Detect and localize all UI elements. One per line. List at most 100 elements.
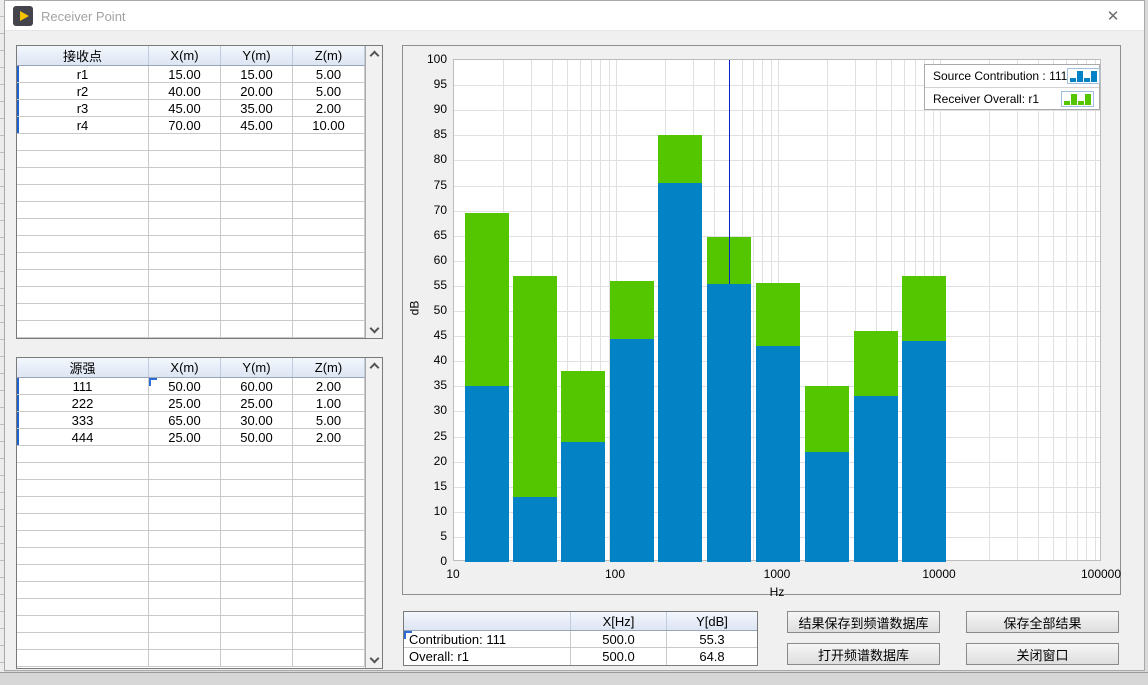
- table-cell[interactable]: [17, 151, 149, 167]
- table-cell[interactable]: [221, 633, 293, 649]
- table-cell[interactable]: [221, 270, 293, 286]
- table-cell[interactable]: [221, 565, 293, 581]
- table-cell[interactable]: 222: [17, 395, 149, 411]
- table-cell[interactable]: [149, 616, 221, 632]
- cursor-name-cell[interactable]: Contribution: 111: [404, 631, 571, 647]
- table-cell[interactable]: 2.00: [293, 378, 365, 394]
- table-cell[interactable]: r1: [17, 66, 149, 82]
- table-cell[interactable]: 30.00: [221, 412, 293, 428]
- table-cell[interactable]: [17, 236, 149, 252]
- table-cell[interactable]: [17, 565, 149, 581]
- table-cell[interactable]: 333: [17, 412, 149, 428]
- table-cell[interactable]: 50.00: [149, 378, 221, 394]
- table-cell[interactable]: [17, 185, 149, 201]
- table-cell[interactable]: [221, 321, 293, 337]
- table-cell[interactable]: [221, 514, 293, 530]
- table-cell[interactable]: [221, 168, 293, 184]
- table-cell[interactable]: [17, 599, 149, 615]
- table-cell[interactable]: [221, 287, 293, 303]
- table-cell[interactable]: 70.00: [149, 117, 221, 133]
- table-cell[interactable]: [221, 236, 293, 252]
- table-cell[interactable]: [149, 321, 221, 337]
- table-cell[interactable]: [17, 480, 149, 496]
- table-cell[interactable]: [149, 565, 221, 581]
- table-cell[interactable]: [17, 514, 149, 530]
- table-cell[interactable]: [149, 185, 221, 201]
- table-cell[interactable]: [293, 168, 365, 184]
- table-cell[interactable]: [293, 463, 365, 479]
- table-cell[interactable]: 1.00: [293, 395, 365, 411]
- table-cell[interactable]: [293, 548, 365, 564]
- table-cell[interactable]: 111: [17, 378, 149, 394]
- table-cell[interactable]: [17, 219, 149, 235]
- table-cell[interactable]: [293, 185, 365, 201]
- table-cell[interactable]: [221, 219, 293, 235]
- table-cell[interactable]: 15.00: [149, 66, 221, 82]
- table-cell[interactable]: r2: [17, 83, 149, 99]
- table-cell[interactable]: [293, 531, 365, 547]
- table-cell[interactable]: [293, 304, 365, 320]
- table-cell[interactable]: [17, 253, 149, 269]
- table-cell[interactable]: [149, 582, 221, 598]
- table-cell[interactable]: [293, 151, 365, 167]
- table-cell[interactable]: [149, 650, 221, 666]
- table-cell[interactable]: [17, 321, 149, 337]
- table-cell[interactable]: [293, 321, 365, 337]
- table-cell[interactable]: [17, 202, 149, 218]
- table-cell[interactable]: 5.00: [293, 83, 365, 99]
- table-cell[interactable]: [293, 219, 365, 235]
- graph-cursor-line[interactable]: [729, 60, 730, 284]
- table-cell[interactable]: [149, 633, 221, 649]
- table-cell[interactable]: 2.00: [293, 429, 365, 445]
- save-all-results-button[interactable]: 保存全部结果: [966, 611, 1119, 633]
- cursor-y-cell[interactable]: 64.8: [667, 648, 757, 665]
- table-cell[interactable]: 50.00: [221, 429, 293, 445]
- table-cell[interactable]: [293, 633, 365, 649]
- table-cell[interactable]: [293, 497, 365, 513]
- table-cell[interactable]: [149, 497, 221, 513]
- scroll-up-icon[interactable]: [370, 363, 380, 373]
- xy-graph-plot-area[interactable]: [453, 59, 1101, 561]
- table-cell[interactable]: [221, 650, 293, 666]
- table-cell[interactable]: [293, 446, 365, 462]
- table-cell[interactable]: [17, 168, 149, 184]
- table-cell[interactable]: [149, 548, 221, 564]
- table-cell[interactable]: [149, 151, 221, 167]
- table-cell[interactable]: 10.00: [293, 117, 365, 133]
- table-cell[interactable]: [293, 582, 365, 598]
- table-cell[interactable]: 25.00: [149, 429, 221, 445]
- table-cell[interactable]: [293, 270, 365, 286]
- cursor-x-cell[interactable]: 500.0: [571, 648, 667, 665]
- table-cell[interactable]: [17, 548, 149, 564]
- table-cell[interactable]: 15.00: [221, 66, 293, 82]
- table-cell[interactable]: [17, 497, 149, 513]
- table-cell[interactable]: [293, 565, 365, 581]
- table-cell[interactable]: [17, 633, 149, 649]
- table-cell[interactable]: [17, 134, 149, 150]
- cursor-y-cell[interactable]: 55.3: [667, 631, 757, 647]
- table-cell[interactable]: [221, 582, 293, 598]
- table-cell[interactable]: [149, 168, 221, 184]
- table-cell[interactable]: [293, 599, 365, 615]
- table-cell[interactable]: [149, 219, 221, 235]
- table-cell[interactable]: r3: [17, 100, 149, 116]
- table-cell[interactable]: [17, 582, 149, 598]
- legend-item-contribution[interactable]: Source Contribution : 111: [925, 65, 1099, 87]
- table-cell[interactable]: 20.00: [221, 83, 293, 99]
- table-cell[interactable]: [221, 599, 293, 615]
- table-cell[interactable]: [221, 253, 293, 269]
- table-cell[interactable]: [17, 446, 149, 462]
- scroll-down-icon[interactable]: [370, 324, 380, 334]
- table-cell[interactable]: 2.00: [293, 100, 365, 116]
- table-cell[interactable]: [221, 446, 293, 462]
- cursor-x-cell[interactable]: 500.0: [571, 631, 667, 647]
- table-cell[interactable]: [293, 480, 365, 496]
- table-cell[interactable]: [221, 463, 293, 479]
- table-cell[interactable]: 5.00: [293, 412, 365, 428]
- table-cell[interactable]: [17, 304, 149, 320]
- table-cell[interactable]: [149, 253, 221, 269]
- table-cell[interactable]: 40.00: [149, 83, 221, 99]
- table-cell[interactable]: [149, 287, 221, 303]
- table-cell[interactable]: [149, 270, 221, 286]
- table-cell[interactable]: 5.00: [293, 66, 365, 82]
